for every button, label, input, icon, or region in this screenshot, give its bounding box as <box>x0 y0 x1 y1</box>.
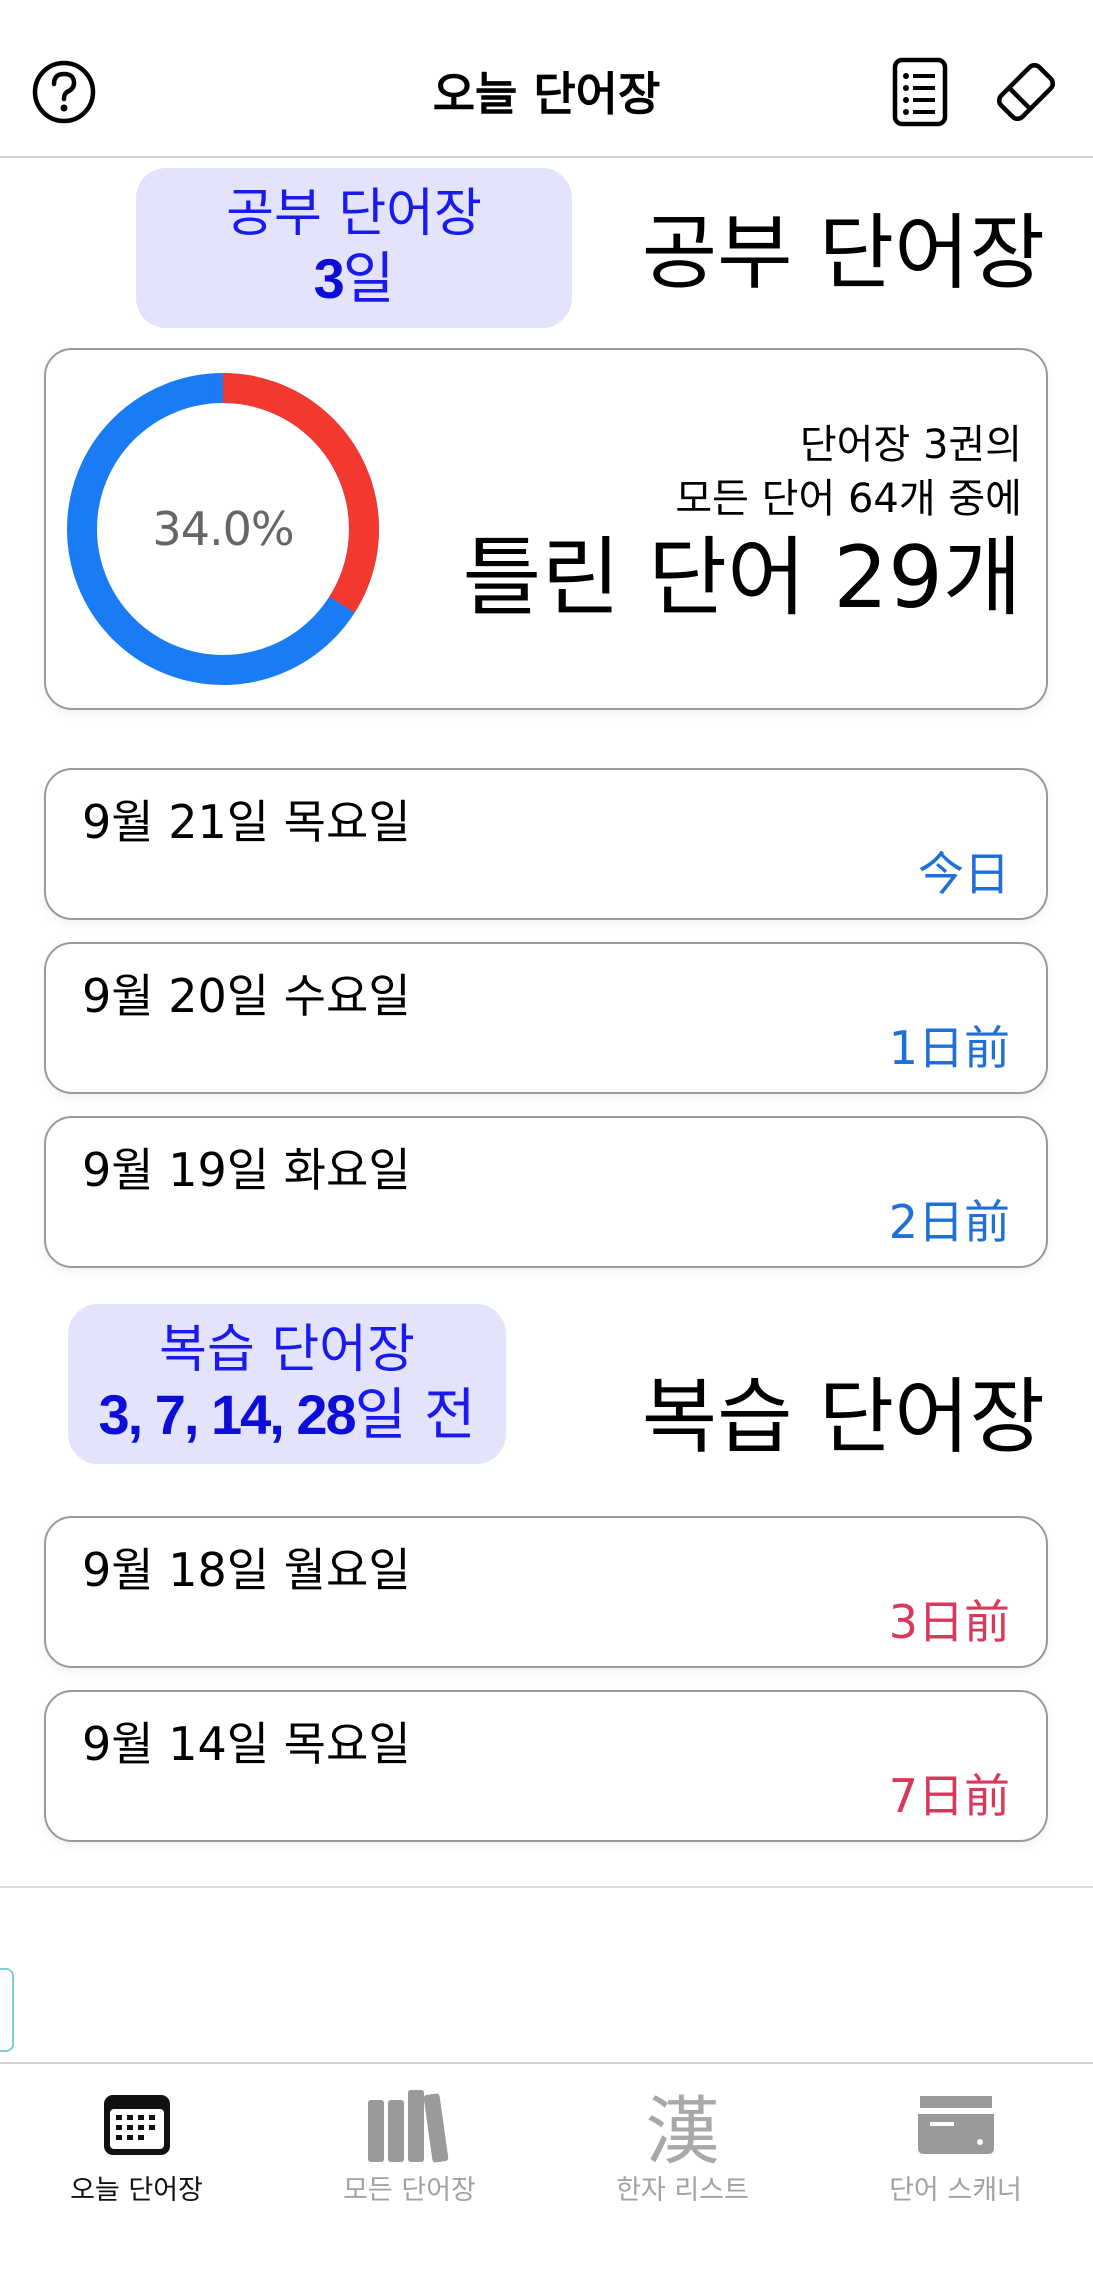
day-card-ago: 3日前 <box>888 1595 1010 1649</box>
wrong-words-summary-card[interactable]: 34.0% 단어장 3권의 모든 단어 64개 중에 틀린 단어 29개 <box>44 348 1048 710</box>
tab-label: 한자 리스트 <box>616 2175 749 2206</box>
summary-wrong-words: 틀린 단어 29개 <box>462 528 1022 628</box>
review-period-chip: 복습 단어장 3, 7, 14, 28일 전 <box>68 1304 506 1464</box>
navigation-bar: 오늘 단어장 <box>0 0 1093 158</box>
day-card-date: 9월 18일 월요일 <box>82 1543 411 1597</box>
kanji-icon: 漢 <box>546 2084 819 2175</box>
tab-today-wordbook[interactable]: 오늘 단어장 <box>0 2064 273 2270</box>
books-icon <box>273 2084 546 2166</box>
study-section-title: 공부 단어장 <box>641 206 1045 301</box>
summary-book-count: 단어장 3권의 <box>799 422 1022 468</box>
tab-label: 모든 단어장 <box>343 2175 476 2206</box>
ad-choices-icon[interactable] <box>0 1968 14 2052</box>
day-card-ago: 2日前 <box>888 1195 1010 1249</box>
day-card[interactable]: 9월 14일 목요일 7日前 <box>44 1690 1048 1842</box>
day-card[interactable]: 9월 18일 월요일 3日前 <box>44 1516 1048 1668</box>
ad-banner-area[interactable] <box>0 1888 1093 2062</box>
summary-total-words: 모든 단어 64개 중에 <box>675 476 1022 522</box>
day-card[interactable]: 9월 19일 화요일 2日前 <box>44 1116 1048 1268</box>
day-card-date: 9월 21일 목요일 <box>82 795 411 849</box>
wrong-percent-label: 34.0% <box>152 502 294 556</box>
day-card-ago: 1日前 <box>888 1021 1010 1075</box>
study-period-chip: 공부 단어장 3일 <box>136 168 572 328</box>
day-card-date: 9월 20일 수요일 <box>82 969 411 1023</box>
review-chip-days-number: 3, 7, 14, 28 <box>98 1383 356 1446</box>
note-list-icon[interactable] <box>884 56 956 128</box>
tab-kanji-list[interactable]: 漢 한자 리스트 <box>546 2064 819 2270</box>
day-card-date: 9월 14일 목요일 <box>82 1717 411 1771</box>
scanner-icon <box>819 2084 1092 2166</box>
review-section-title: 복습 단어장 <box>641 1370 1045 1465</box>
tab-label: 오늘 단어장 <box>70 2175 203 2206</box>
study-chip-label: 공부 단어장 <box>226 184 482 244</box>
tab-label: 단어 스캐너 <box>889 2175 1022 2206</box>
kanji-glyph: 漢 <box>645 2088 720 2175</box>
day-card[interactable]: 9월 20일 수요일 1日前 <box>44 942 1048 1094</box>
review-chip-days: 3, 7, 14, 28일 전 <box>68 1382 506 1449</box>
calendar-icon <box>0 2084 273 2166</box>
tab-all-wordbooks[interactable]: 모든 단어장 <box>273 2064 546 2270</box>
tab-bar: 오늘 단어장 모든 단어장 漢 한자 리스트 단어 스캐너 <box>0 2062 1093 2270</box>
summary-text: 단어장 3권의 모든 단어 64개 중에 틀린 단어 29개 <box>462 418 1022 628</box>
day-card-ago: 7日前 <box>888 1769 1010 1823</box>
review-chip-days-unit: 일 전 <box>354 1383 476 1448</box>
study-chip-days: 3일 <box>136 246 572 313</box>
study-chip-days-number: 3 <box>313 247 345 310</box>
review-chip-label: 복습 단어장 <box>159 1320 415 1380</box>
study-chip-days-unit: 일 <box>342 247 395 312</box>
eraser-icon[interactable] <box>990 56 1062 128</box>
day-card-date: 9월 19일 화요일 <box>82 1143 411 1197</box>
tab-word-scanner[interactable]: 단어 스캐너 <box>819 2064 1092 2270</box>
day-card-ago: 今日 <box>918 847 1010 901</box>
day-card[interactable]: 9월 21일 목요일 今日 <box>44 768 1048 920</box>
